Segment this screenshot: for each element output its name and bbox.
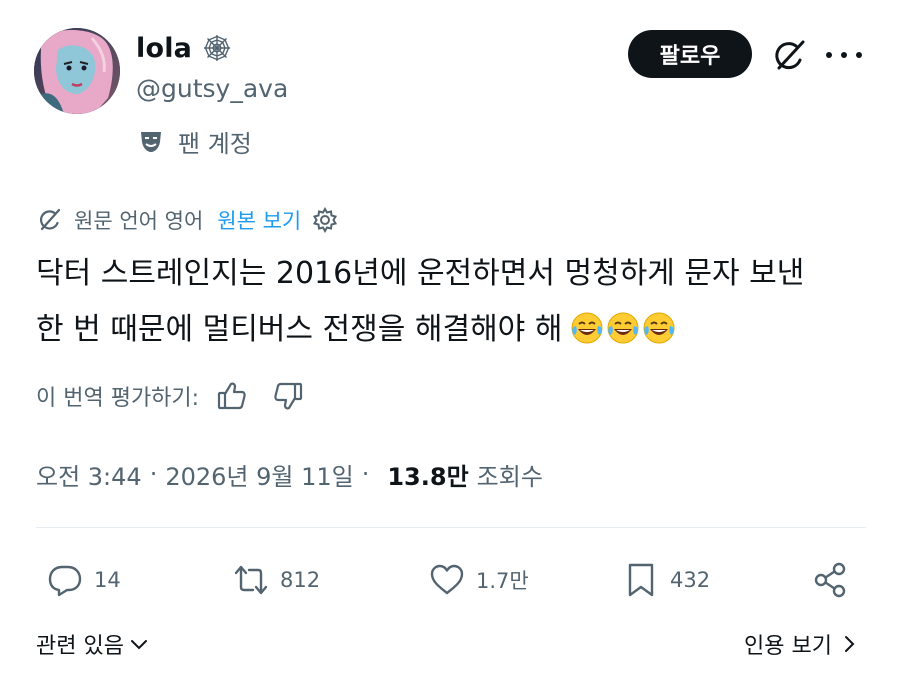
face-with-tears-of-joy-icon (607, 312, 639, 344)
like-button[interactable]: 1.7만 (428, 556, 529, 604)
tweet-meta-row: 오전 3:44 · 2026년 9월 11일 · 13.8만 조회수 (36, 454, 543, 494)
emoji-group (568, 312, 676, 347)
fan-account-row: 팬 계정 (138, 124, 252, 158)
share-button[interactable] (812, 556, 860, 604)
gear-icon[interactable] (311, 206, 339, 234)
chevron-down-icon (130, 640, 147, 650)
rate-translation-row: 이 번역 평가하기: (36, 376, 305, 416)
fan-account-label: 팬 계정 (178, 129, 252, 158)
retweet-count: 812 (280, 568, 321, 592)
retweet-icon (234, 565, 268, 595)
reply-button[interactable]: 14 (46, 556, 121, 604)
like-count: 1.7만 (476, 569, 529, 593)
avatar-image (34, 28, 120, 114)
reply-count: 14 (94, 568, 121, 592)
face-with-tears-of-joy-icon (571, 312, 603, 344)
translation-source-text: 원문 언어 영어 (74, 209, 204, 233)
bookmark-icon (628, 563, 654, 597)
avatar[interactable] (34, 28, 120, 114)
view-quotes-link[interactable]: 인용 보기 (744, 624, 860, 664)
more-icon[interactable] (826, 40, 862, 70)
tweet-text: 닥터 스트레인지는 2016년에 운전하면서 멍청하게 문자 보낸 한 번 때문… (36, 246, 876, 358)
share-icon (814, 562, 846, 598)
chevron-right-icon (845, 636, 855, 652)
follow-button[interactable]: 팔로우 (628, 30, 752, 78)
heart-icon (430, 564, 464, 595)
grok-icon[interactable] (770, 36, 810, 76)
meta-separator: · (361, 460, 370, 488)
rate-translation-label: 이 번역 평가하기: (36, 386, 200, 411)
handle[interactable]: @gutsy_ava (136, 74, 288, 103)
face-with-tears-of-joy-icon (643, 312, 675, 344)
reply-icon (48, 565, 82, 597)
divider (36, 527, 866, 528)
thumbs-up-icon[interactable] (215, 379, 249, 413)
view-quotes-label: 인용 보기 (744, 634, 832, 659)
tweet-date[interactable]: 2026년 9월 11일 (165, 457, 353, 492)
tweet-time[interactable]: 오전 3:44 (36, 457, 142, 492)
meta-separator: · (149, 460, 158, 488)
related-label: 관련 있음 (36, 634, 124, 659)
bookmark-count: 432 (670, 568, 711, 592)
display-name[interactable]: lola (136, 33, 192, 64)
views-label: 조회수 (476, 462, 543, 491)
spiderweb-icon (202, 33, 232, 63)
tweet-text-line-2-text: 한 번 때문에 멀티버스 전쟁을 해결해야 해 (36, 312, 563, 347)
views-count: 13.8만 (387, 462, 469, 491)
tweet-text-line-2: 한 번 때문에 멀티버스 전쟁을 해결해야 해 (36, 302, 876, 358)
grok-icon (39, 208, 61, 231)
tweet-text-line-1: 닥터 스트레인지는 2016년에 운전하면서 멍청하게 문자 보낸 (36, 256, 805, 291)
name-row: lola (136, 28, 232, 68)
action-bar: 14 812 1.7만 432 (36, 556, 866, 604)
show-original-link[interactable]: 원본 보기 (217, 205, 301, 235)
bookmark-button[interactable]: 432 (622, 556, 710, 604)
thumbs-down-icon[interactable] (271, 379, 305, 413)
theater-mask-icon (138, 128, 164, 154)
translation-row: 원문 언어 영어 원본 보기 (36, 202, 339, 238)
retweet-button[interactable]: 812 (232, 556, 320, 604)
related-dropdown[interactable]: 관련 있음 (36, 624, 150, 664)
